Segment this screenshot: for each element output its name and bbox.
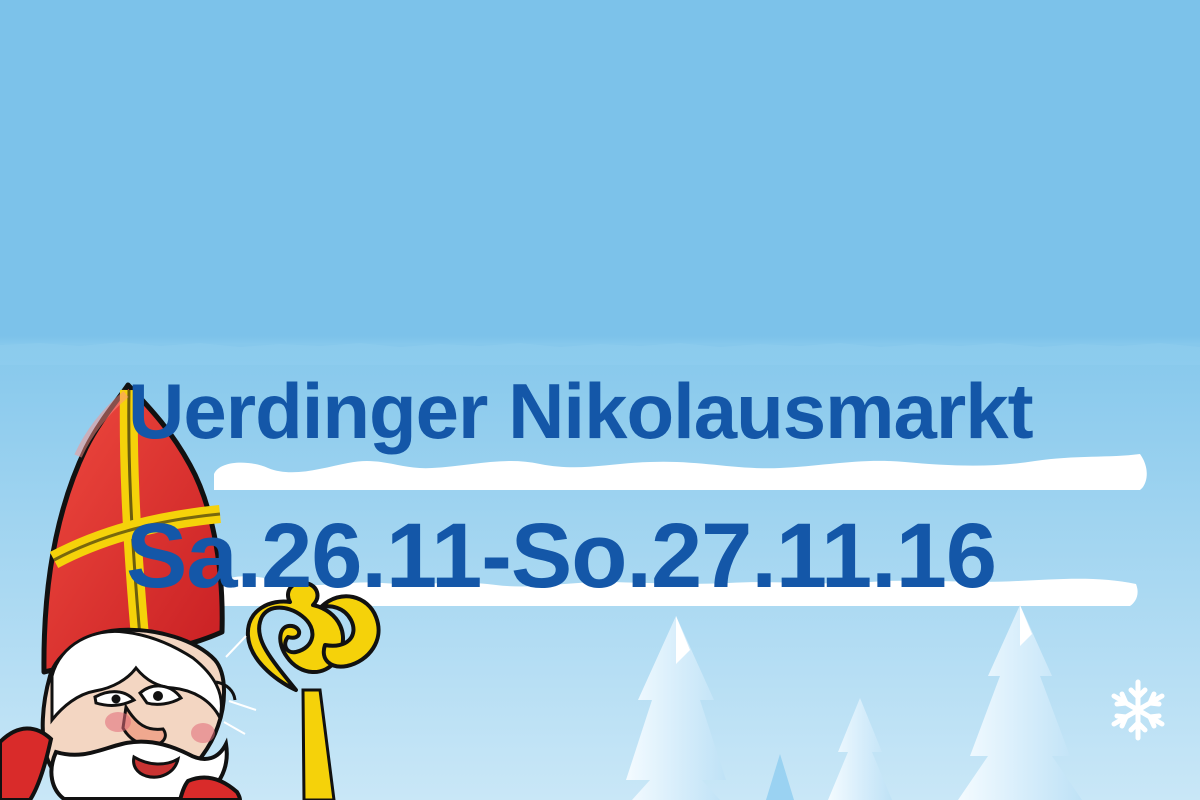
horizon-band — [0, 342, 1200, 365]
poster: Uerdinger Nikolausmarkt Sa.26.11-So.27.1… — [0, 0, 1200, 800]
market-title: Uerdinger Nikolausmarkt — [128, 367, 1034, 455]
event-dates: Sa.26.11-So.27.11.16 — [126, 505, 997, 607]
